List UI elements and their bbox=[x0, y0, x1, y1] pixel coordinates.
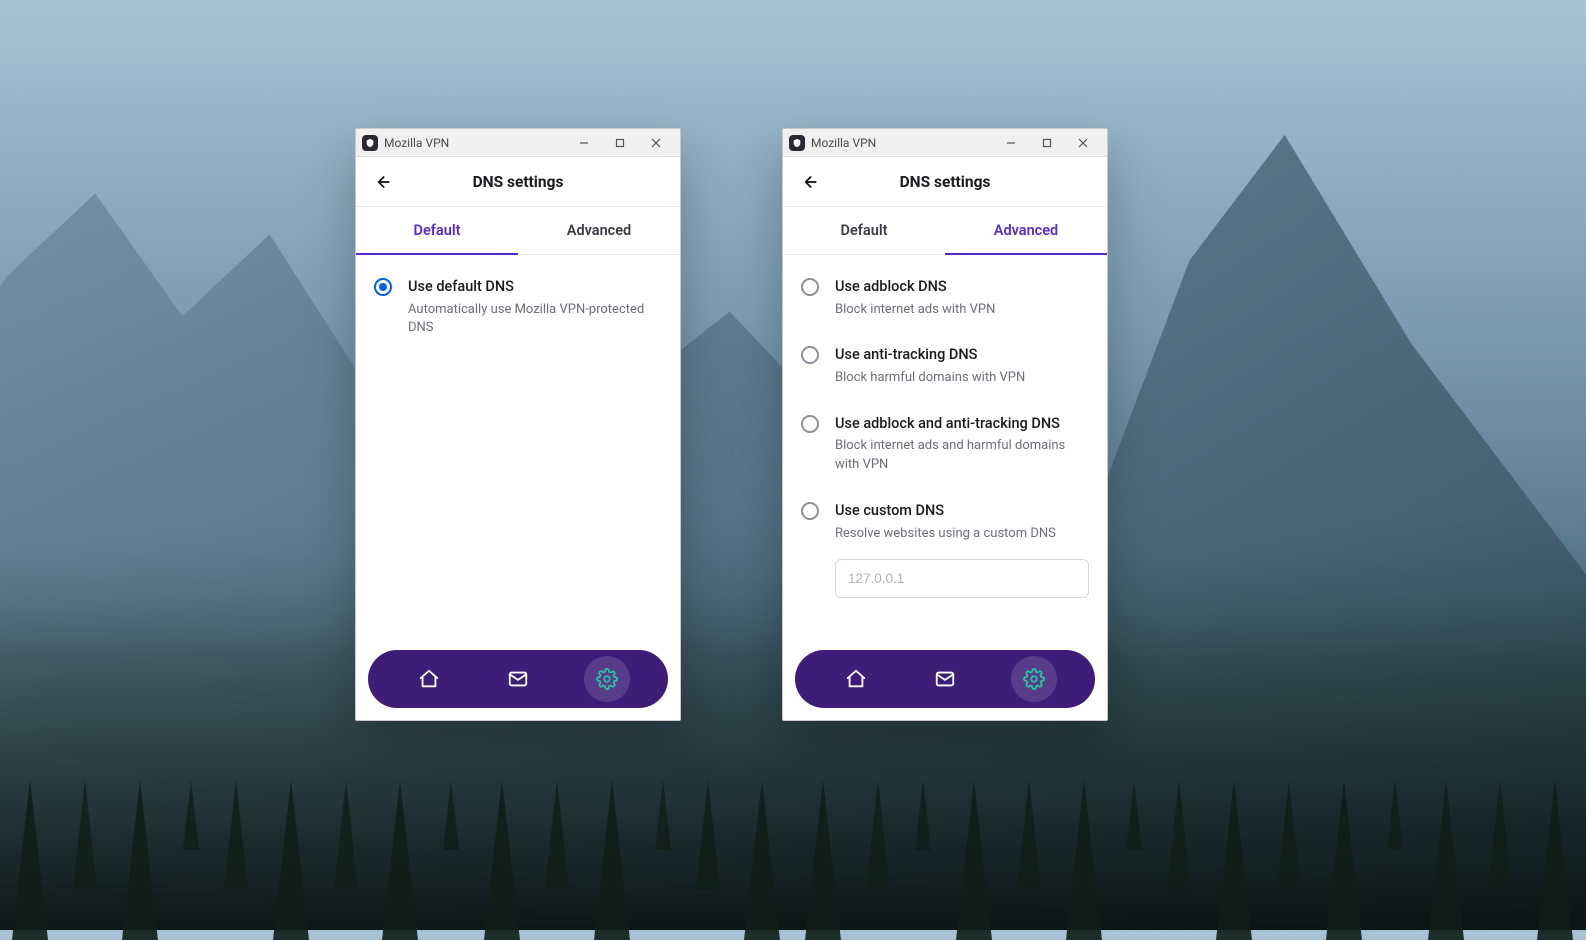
option-adblock-antitracking-dns[interactable]: Use adblock and anti-tracking DNS Block … bbox=[801, 414, 1089, 501]
option-title: Use adblock DNS bbox=[835, 277, 1089, 297]
tab-default[interactable]: Default bbox=[356, 207, 518, 254]
option-desc: Automatically use Mozilla VPN-protected … bbox=[408, 301, 662, 339]
nav-home[interactable] bbox=[833, 656, 879, 702]
radio-custom-dns[interactable] bbox=[801, 502, 819, 520]
option-title: Use custom DNS bbox=[835, 501, 1089, 521]
bottom-nav bbox=[368, 650, 668, 708]
titlebar[interactable]: Mozilla VPN bbox=[783, 129, 1107, 157]
nav-messages[interactable] bbox=[922, 656, 968, 702]
page-header: DNS settings bbox=[356, 157, 680, 207]
tab-advanced[interactable]: Advanced bbox=[518, 207, 680, 254]
bottom-nav bbox=[795, 650, 1095, 708]
option-title: Use default DNS bbox=[408, 277, 662, 297]
custom-dns-input[interactable] bbox=[835, 559, 1089, 598]
radio-default-dns[interactable] bbox=[374, 278, 392, 296]
app-title: Mozilla VPN bbox=[811, 136, 876, 150]
back-button[interactable] bbox=[795, 168, 823, 196]
option-desc: Block internet ads with VPN bbox=[835, 301, 1089, 320]
minimize-button[interactable] bbox=[993, 129, 1029, 157]
radio-antitracking-dns[interactable] bbox=[801, 346, 819, 364]
close-button[interactable] bbox=[638, 129, 674, 157]
titlebar[interactable]: Mozilla VPN bbox=[356, 129, 680, 157]
page-title: DNS settings bbox=[473, 173, 564, 191]
option-desc: Resolve websites using a custom DNS bbox=[835, 525, 1089, 544]
page-title: DNS settings bbox=[900, 173, 991, 191]
nav-settings[interactable] bbox=[1011, 656, 1057, 702]
nav-settings[interactable] bbox=[584, 656, 630, 702]
option-desc: Block internet ads and harmful domains w… bbox=[835, 437, 1089, 475]
option-custom-dns[interactable]: Use custom DNS Resolve websites using a … bbox=[801, 501, 1089, 555]
page-header: DNS settings bbox=[783, 157, 1107, 207]
option-default-dns[interactable]: Use default DNS Automatically use Mozill… bbox=[374, 277, 662, 364]
radio-adblock-antitracking-dns[interactable] bbox=[801, 415, 819, 433]
app-icon bbox=[362, 135, 378, 151]
minimize-button[interactable] bbox=[566, 129, 602, 157]
tabs: Default Advanced bbox=[356, 207, 680, 255]
app-title: Mozilla VPN bbox=[384, 136, 449, 150]
close-button[interactable] bbox=[1065, 129, 1101, 157]
content-area: Use default DNS Automatically use Mozill… bbox=[356, 255, 680, 650]
option-adblock-dns[interactable]: Use adblock DNS Block internet ads with … bbox=[801, 277, 1089, 345]
option-desc: Block harmful domains with VPN bbox=[835, 369, 1089, 388]
nav-messages[interactable] bbox=[495, 656, 541, 702]
radio-adblock-dns[interactable] bbox=[801, 278, 819, 296]
maximize-button[interactable] bbox=[1029, 129, 1065, 157]
maximize-button[interactable] bbox=[602, 129, 638, 157]
app-window-default: Mozilla VPN DNS settings Default Advance… bbox=[355, 128, 681, 721]
tabs: Default Advanced bbox=[783, 207, 1107, 255]
option-antitracking-dns[interactable]: Use anti-tracking DNS Block harmful doma… bbox=[801, 345, 1089, 413]
tab-default[interactable]: Default bbox=[783, 207, 945, 254]
tab-advanced[interactable]: Advanced bbox=[945, 207, 1107, 254]
nav-home[interactable] bbox=[406, 656, 452, 702]
app-window-advanced: Mozilla VPN DNS settings Default Advance… bbox=[782, 128, 1108, 721]
option-title: Use adblock and anti-tracking DNS bbox=[835, 414, 1089, 434]
option-title: Use anti-tracking DNS bbox=[835, 345, 1089, 365]
content-area: Use adblock DNS Block internet ads with … bbox=[783, 255, 1107, 650]
back-button[interactable] bbox=[368, 168, 396, 196]
app-icon bbox=[789, 135, 805, 151]
